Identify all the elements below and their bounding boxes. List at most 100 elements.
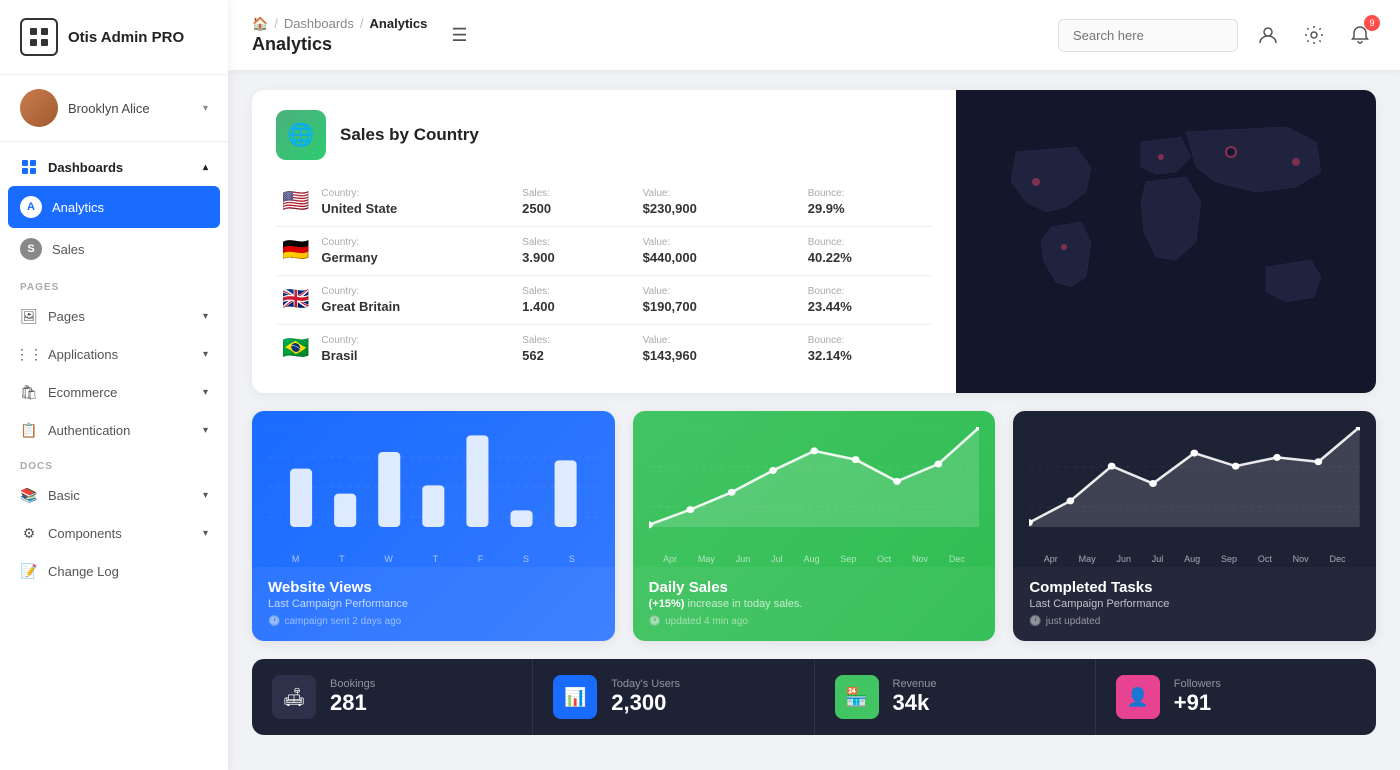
topbar-left: 🏠 / Dashboards / Analytics Analytics — [252, 16, 427, 55]
dashboards-label: Dashboards — [48, 160, 123, 175]
stats-row: 🛋 Bookings 281 📊 Today's Users 2,300 🏪 R… — [252, 659, 1376, 735]
daily-sales-subtitle: (+15%) increase in today sales. — [649, 598, 980, 610]
completed-tasks-card: AprMayJunJulAugSepOctNovDec Completed Ta… — [1013, 411, 1376, 641]
basic-caret-icon: ▾ — [203, 490, 208, 501]
line-dark-x-labels: AprMayJunJulAugSepOctNovDec — [1029, 554, 1360, 564]
completed-tasks-footer: Completed Tasks Last Campaign Performanc… — [1013, 567, 1376, 641]
country-row: 🇩🇪 Country: Germany Sales: 3.900 Value: … — [276, 227, 932, 276]
completed-tasks-chart: AprMayJunJulAugSepOctNovDec — [1013, 411, 1376, 567]
breadcrumb: 🏠 / Dashboards / Analytics — [252, 16, 427, 32]
sidebar: Otis Admin PRO Brooklyn Alice ▾ Dashboar… — [0, 0, 228, 770]
logo-area: Otis Admin PRO — [0, 0, 228, 75]
stat-icon: 🛋 — [272, 675, 316, 719]
sales-letter: S — [20, 238, 42, 260]
sidebar-item-changelog[interactable]: 📝 Change Log — [0, 552, 228, 590]
stat-icon: 🏪 — [835, 675, 879, 719]
country-row: 🇧🇷 Country: Brasil Sales: 562 Value: $14… — [276, 325, 932, 374]
sidebar-item-basic[interactable]: 📚 Basic ▾ — [0, 476, 228, 514]
sales-table-section: 🌐 Sales by Country 🇺🇸 Country: United St… — [252, 90, 956, 393]
daily-sales-footer: Daily Sales (+15%) increase in today sal… — [633, 567, 996, 641]
settings-icon[interactable] — [1298, 19, 1330, 51]
user-icon[interactable] — [1252, 19, 1284, 51]
stat-text: Bookings 281 — [330, 678, 375, 716]
analytics-crumb: Analytics — [370, 16, 428, 31]
applications-caret-icon: ▾ — [203, 349, 208, 360]
authentication-label: Authentication — [48, 423, 130, 438]
completed-tasks-subtitle: Last Campaign Performance — [1029, 598, 1360, 610]
sidebar-item-components[interactable]: ⚙ Components ▾ — [0, 514, 228, 552]
stat-icon: 📊 — [553, 675, 597, 719]
applications-icon: ⋮⋮ — [20, 345, 38, 363]
country-row: 🇺🇸 Country: United State Sales: 2500 Val… — [276, 178, 932, 227]
topbar-right: 9 — [1058, 19, 1376, 52]
sidebar-item-ecommerce[interactable]: 🛍 Ecommerce ▾ — [0, 373, 228, 411]
authentication-caret-icon: ▾ — [203, 425, 208, 436]
user-profile[interactable]: Brooklyn Alice ▾ — [0, 75, 228, 142]
globe-icon: 🌐 — [276, 110, 326, 160]
website-views-subtitle: Last Campaign Performance — [268, 598, 599, 610]
sales-title: Sales by Country — [340, 125, 479, 145]
avatar — [20, 89, 58, 127]
content-area: 🌐 Sales by Country 🇺🇸 Country: United St… — [228, 70, 1400, 770]
basic-label: Basic — [48, 488, 80, 503]
ecommerce-icon: 🛍 — [20, 383, 38, 401]
stat-icon: 👤 — [1116, 675, 1160, 719]
components-label: Components — [48, 526, 122, 541]
website-views-chart: MTWTFSS — [252, 411, 615, 567]
pages-caret-icon: ▾ — [203, 311, 208, 322]
changelog-label: Change Log — [48, 564, 119, 579]
line-chart-area-green: AprMayJunJulAugSepOctNovDec — [649, 427, 980, 567]
website-views-card: MTWTFSS Website Views Last Campaign Perf… — [252, 411, 615, 641]
stat-text: Revenue 34k — [893, 678, 937, 716]
sidebar-item-pages[interactable]: 🖼 Pages ▾ — [0, 297, 228, 335]
sidebar-item-authentication[interactable]: 📋 Authentication ▾ — [0, 411, 228, 449]
main-area: 🏠 / Dashboards / Analytics Analytics ☰ 9 — [228, 0, 1400, 770]
stat-item: 👤 Followers +91 — [1096, 659, 1376, 735]
notification-icon[interactable]: 9 — [1344, 19, 1376, 51]
logo-icon — [20, 18, 58, 56]
ecommerce-label: Ecommerce — [48, 385, 117, 400]
sidebar-item-applications[interactable]: ⋮⋮ Applications ▾ — [0, 335, 228, 373]
sidebar-item-dashboards[interactable]: Dashboards ▴ — [0, 148, 228, 186]
bar-chart-area: MTWTFSS — [268, 427, 599, 567]
page-title: Analytics — [252, 34, 427, 55]
dashboards-icon — [20, 158, 38, 176]
menu-icon[interactable]: ☰ — [451, 25, 467, 46]
sales-by-country-card: 🌐 Sales by Country 🇺🇸 Country: United St… — [252, 90, 1376, 393]
analytics-label: Analytics — [52, 200, 104, 215]
authentication-icon: 📋 — [20, 421, 38, 439]
components-caret-icon: ▾ — [203, 528, 208, 539]
pages-label: Pages — [48, 309, 85, 324]
line-chart-area-dark: AprMayJunJulAugSepOctNovDec — [1029, 427, 1360, 567]
search-input[interactable] — [1058, 19, 1238, 52]
stat-item: 📊 Today's Users 2,300 — [533, 659, 814, 735]
stat-text: Followers +91 — [1174, 678, 1221, 716]
notification-badge: 9 — [1364, 15, 1380, 31]
analytics-letter: A — [20, 196, 42, 218]
user-chevron-icon: ▾ — [203, 103, 208, 114]
logo-text: Otis Admin PRO — [68, 29, 184, 46]
daily-sales-card: AprMayJunJulAugSepOctNovDec Daily Sales … — [633, 411, 996, 641]
dashboards-crumb[interactable]: Dashboards — [284, 16, 354, 31]
sidebar-item-sales[interactable]: S Sales — [0, 228, 228, 270]
docs-section-label: DOCS — [0, 449, 228, 476]
completed-tasks-title: Completed Tasks — [1029, 579, 1360, 596]
line-green-x-labels: AprMayJunJulAugSepOctNovDec — [649, 554, 980, 564]
applications-label: Applications — [48, 347, 118, 362]
completed-tasks-meta: 🕐 just updated — [1029, 616, 1360, 627]
sidebar-item-analytics[interactable]: A Analytics — [8, 186, 220, 228]
home-icon: 🏠 — [252, 16, 268, 32]
pages-section-label: PAGES — [0, 270, 228, 297]
country-table: 🇺🇸 Country: United State Sales: 2500 Val… — [276, 178, 932, 373]
sales-header: 🌐 Sales by Country — [276, 110, 932, 160]
daily-sales-meta: 🕐 updated 4 min ago — [649, 616, 980, 627]
pages-icon: 🖼 — [20, 307, 38, 325]
daily-sales-title: Daily Sales — [649, 579, 980, 596]
country-row: 🇬🇧 Country: Great Britain Sales: 1.400 V… — [276, 276, 932, 325]
daily-sales-chart: AprMayJunJulAugSepOctNovDec — [633, 411, 996, 567]
charts-row: MTWTFSS Website Views Last Campaign Perf… — [252, 411, 1376, 641]
basic-icon: 📚 — [20, 486, 38, 504]
website-views-meta: 🕐 campaign sent 2 days ago — [268, 616, 599, 627]
stat-item: 🛋 Bookings 281 — [252, 659, 533, 735]
topbar: 🏠 / Dashboards / Analytics Analytics ☰ 9 — [228, 0, 1400, 70]
